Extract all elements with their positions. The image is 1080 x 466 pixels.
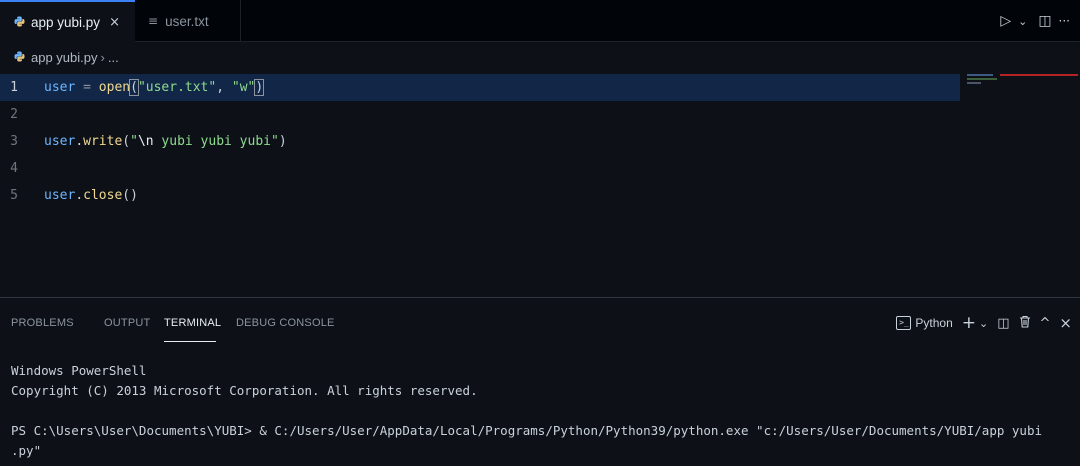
- token-dot: .: [75, 188, 84, 203]
- maximize-panel-icon[interactable]: ^: [1040, 316, 1051, 331]
- token-string: "user.txt": [137, 80, 217, 95]
- tab-app-yubi-py[interactable]: app yubi.py ×: [0, 0, 135, 42]
- token-function: write: [83, 134, 123, 149]
- terminal-icon: >_: [896, 316, 912, 330]
- token-dot: .: [75, 134, 84, 149]
- line-number: 1: [10, 80, 18, 95]
- panel-tab-bar: PROBLEMS OUTPUT TERMINAL DEBUG CONSOLE >…: [0, 298, 1080, 350]
- token-string: yubi yubi yubi: [153, 134, 271, 149]
- tab-label: user.txt: [165, 13, 209, 29]
- token-comma: ,: [216, 80, 232, 95]
- token-function: close: [83, 188, 123, 203]
- panel-actions: >_ Python + ⌄ ◫ ^ ×: [896, 312, 1072, 334]
- token-paren: ): [254, 79, 265, 96]
- code-text: user = open("user.txt", "w"): [44, 79, 265, 96]
- text-file-icon: ≡: [148, 14, 159, 28]
- editor-actions: ▷ ⌄ ◫ ···: [1000, 0, 1070, 42]
- code-text: user.write("\n yubi yubi yubi"): [44, 134, 287, 149]
- python-icon: [14, 50, 25, 62]
- terminal-output[interactable]: Windows PowerShell Copyright (C) 2013 Mi…: [11, 361, 1076, 461]
- tab-problems[interactable]: PROBLEMS: [11, 317, 74, 329]
- line-number: 5: [10, 188, 18, 203]
- code-text: user.close(): [44, 188, 138, 203]
- terminal-line: .py": [11, 443, 42, 458]
- token-string: ": [130, 134, 138, 149]
- terminal-profile-label: Python: [915, 316, 953, 330]
- token-variable: user: [44, 80, 76, 95]
- code-line[interactable]: 1 user = open("user.txt", "w"): [0, 74, 960, 101]
- line-number: 2: [10, 107, 18, 122]
- terminal-line: PS C:\Users\User\Documents\YUBI> & C:/Us…: [11, 423, 1043, 438]
- token-paren: ): [278, 134, 287, 149]
- python-icon: [14, 15, 25, 27]
- bottom-panel: PROBLEMS OUTPUT TERMINAL DEBUG CONSOLE >…: [0, 297, 1080, 466]
- split-editor-icon[interactable]: ◫: [1038, 13, 1051, 29]
- trash-icon[interactable]: [1019, 315, 1031, 332]
- more-actions-icon[interactable]: ···: [1059, 14, 1070, 28]
- run-icon[interactable]: ▷: [1000, 13, 1011, 29]
- token-variable: user: [44, 134, 76, 149]
- line-number: 3: [10, 134, 18, 149]
- token-string: ": [271, 134, 279, 149]
- code-line[interactable]: 5 user.close(): [0, 182, 960, 209]
- token-variable: user: [44, 188, 76, 203]
- editor-tab-bar: app yubi.py × ≡ user.txt ▷ ⌄ ◫ ···: [0, 0, 1080, 42]
- code-line[interactable]: 2: [0, 101, 960, 128]
- scrollbar-marker: [1000, 74, 1078, 76]
- chevron-right-icon: ›: [100, 49, 105, 65]
- tab-debug-console[interactable]: DEBUG CONSOLE: [236, 317, 335, 329]
- close-icon[interactable]: ×: [1059, 314, 1072, 332]
- breadcrumb-symbol[interactable]: ...: [108, 50, 119, 65]
- line-number: 4: [10, 161, 18, 176]
- token-paren: (: [129, 79, 139, 96]
- token-function: open: [98, 80, 131, 95]
- tab-terminal[interactable]: TERMINAL: [164, 317, 221, 329]
- token-paren: (: [122, 134, 131, 149]
- split-terminal-icon[interactable]: ◫: [997, 316, 1009, 331]
- terminal-line: Windows PowerShell: [11, 363, 147, 378]
- active-tab-indicator: [164, 341, 216, 342]
- token-string: "w": [231, 80, 256, 95]
- code-line[interactable]: 4: [0, 155, 960, 182]
- tab-output[interactable]: OUTPUT: [104, 317, 150, 329]
- chevron-down-icon[interactable]: ⌄: [1018, 15, 1027, 28]
- breadcrumb: app yubi.py › ...: [0, 42, 1080, 72]
- terminal-line: Copyright (C) 2013 Microsoft Corporation…: [11, 383, 478, 398]
- token-operator: =: [75, 80, 99, 95]
- add-terminal-icon[interactable]: +: [962, 313, 976, 333]
- terminal-profile-selector[interactable]: >_ Python: [896, 316, 953, 330]
- close-icon[interactable]: ×: [109, 15, 120, 30]
- breadcrumb-file[interactable]: app yubi.py: [31, 50, 98, 65]
- code-line[interactable]: 3 user.write("\n yubi yubi yubi"): [0, 128, 960, 155]
- chevron-down-icon[interactable]: ⌄: [979, 317, 988, 330]
- tab-user-txt[interactable]: ≡ user.txt: [135, 0, 241, 42]
- tab-label: app yubi.py: [31, 14, 101, 30]
- token-paren: (): [122, 188, 138, 203]
- token-escape: \n: [137, 134, 154, 149]
- code-editor[interactable]: 1 user = open("user.txt", "w") 2 3 user.…: [0, 72, 1080, 297]
